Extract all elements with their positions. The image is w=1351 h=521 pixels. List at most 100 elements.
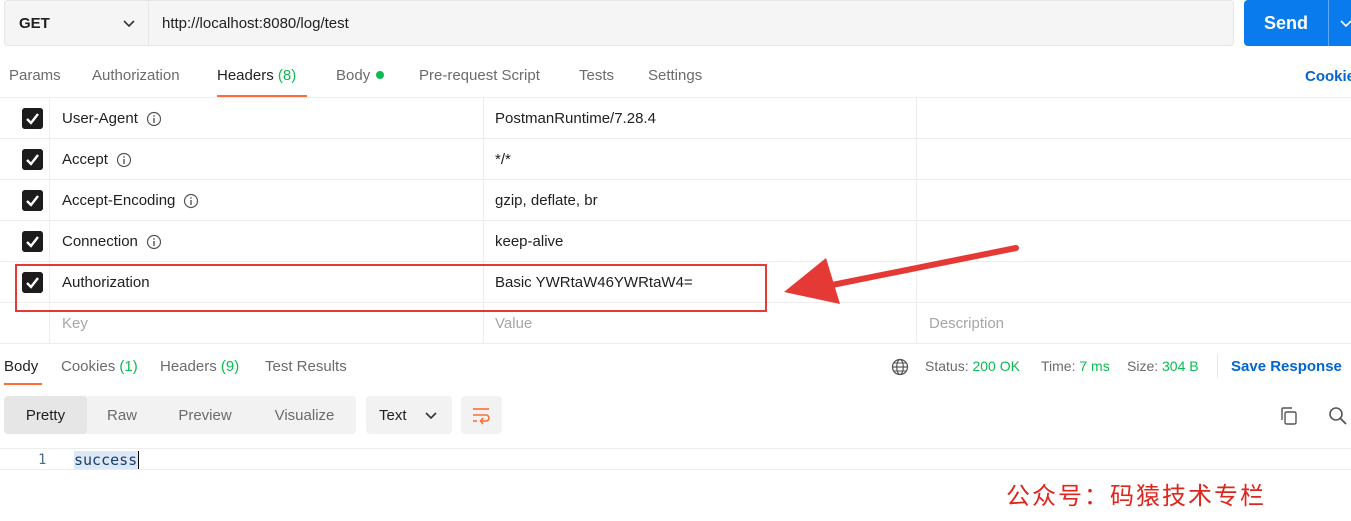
cookies-link[interactable]: Cookie <box>1305 68 1351 85</box>
copy-icon[interactable] <box>1279 406 1299 426</box>
tab-body-label: Body <box>336 67 371 84</box>
line-number: 1 <box>38 452 47 468</box>
value-placeholder: Value <box>495 315 533 332</box>
header-row: User-Agent PostmanRuntime/7.28.4 <box>0 98 1351 139</box>
header-value[interactable]: gzip, deflate, br <box>484 180 917 221</box>
header-key[interactable]: Accept <box>50 139 484 180</box>
header-key[interactable]: Connection <box>50 221 484 262</box>
format-raw-button[interactable]: Raw <box>87 396 157 434</box>
chevron-down-icon <box>425 412 437 420</box>
header-key-text: Accept <box>62 151 108 168</box>
watermark-text: 公众号：码猿技术专栏 <box>1006 482 1266 510</box>
resp-tab-cookies-count: (1) <box>119 358 138 375</box>
chevron-down-icon <box>123 20 135 28</box>
size-label: Size: <box>1127 358 1159 374</box>
info-icon[interactable] <box>146 234 162 250</box>
header-key-text: Connection <box>62 233 138 250</box>
search-icon[interactable] <box>1328 406 1348 426</box>
format-visualize-button[interactable]: Visualize <box>253 396 356 434</box>
save-response-button[interactable]: Save Response <box>1231 358 1342 375</box>
resp-tab-headers[interactable]: Headers (9) <box>160 358 239 375</box>
checkbox-checked-icon[interactable] <box>22 149 43 170</box>
tab-params[interactable]: Params <box>9 67 61 84</box>
url-input[interactable]: http://localhost:8080/log/test <box>149 0 1234 46</box>
description-placeholder: Description <box>929 315 1005 332</box>
format-pretty-button[interactable]: Pretty <box>4 396 87 434</box>
resp-tab-cookies-label: Cookies <box>61 358 116 375</box>
tab-headers[interactable]: Headers (8) <box>217 67 296 84</box>
resp-tab-test-results[interactable]: Test Results <box>265 358 347 375</box>
response-body-editor[interactable]: 1 success <box>0 448 1351 470</box>
status-readout: Status: 200 OK <box>925 358 1020 374</box>
resp-active-tab-indicator <box>4 383 42 385</box>
format-visualize-label: Visualize <box>274 406 335 424</box>
resp-tab-test-results-label: Test Results <box>265 358 347 375</box>
wrap-lines-icon <box>473 408 490 425</box>
row-checkbox-cell <box>0 180 50 221</box>
tab-pre-request-script[interactable]: Pre-request Script <box>419 67 540 84</box>
header-description[interactable] <box>917 180 1351 221</box>
response-body-text: success <box>74 451 140 469</box>
format-preview-label: Preview <box>178 406 232 424</box>
header-row: Accept-Encoding gzip, deflate, br <box>0 180 1351 221</box>
time-label: Time: <box>1041 358 1076 374</box>
tab-tests[interactable]: Tests <box>579 67 614 84</box>
tab-settings[interactable]: Settings <box>648 67 702 84</box>
checkbox-checked-icon[interactable] <box>22 190 43 211</box>
header-value-text: */* <box>495 151 511 168</box>
tab-body[interactable]: Body <box>336 67 385 84</box>
request-tabs: Params Authorization Headers (8) Body Pr… <box>0 56 1351 98</box>
row-checkbox-cell <box>0 98 50 139</box>
stats-divider <box>1217 354 1218 378</box>
checkbox-checked-icon[interactable] <box>22 108 43 129</box>
checkbox-checked-icon[interactable] <box>22 231 43 252</box>
format-preview-button[interactable]: Preview <box>157 396 253 434</box>
format-raw-label: Raw <box>106 406 137 424</box>
header-key[interactable]: User-Agent <box>50 98 484 139</box>
send-button[interactable]: Send <box>1244 0 1351 46</box>
header-key-text: Accept-Encoding <box>62 192 176 209</box>
header-description[interactable] <box>917 98 1351 139</box>
tab-authorization-label: Authorization <box>92 67 180 84</box>
header-value-text: keep-alive <box>495 233 564 250</box>
format-pretty-label: Pretty <box>25 406 66 424</box>
wrap-lines-button[interactable] <box>461 396 502 434</box>
header-value[interactable]: */* <box>484 139 917 180</box>
info-icon[interactable] <box>183 193 199 209</box>
header-key[interactable]: Accept-Encoding <box>50 180 484 221</box>
header-value-text: PostmanRuntime/7.28.4 <box>495 110 656 127</box>
resp-tab-headers-label: Headers <box>160 358 217 375</box>
method-select[interactable]: GET <box>4 0 149 46</box>
header-value[interactable]: PostmanRuntime/7.28.4 <box>484 98 917 139</box>
language-select[interactable]: Text <box>366 396 452 434</box>
tab-headers-count: (8) <box>277 67 297 84</box>
info-icon[interactable] <box>146 111 162 127</box>
status-label: Status: <box>925 358 969 374</box>
row-checkbox-cell <box>0 221 50 262</box>
resp-tab-headers-count: (9) <box>220 358 240 375</box>
resp-tab-cookies[interactable]: Cookies (1) <box>61 358 138 375</box>
size-value: 304 B <box>1162 358 1199 374</box>
header-key-text: User-Agent <box>62 110 138 127</box>
resp-tab-body-label: Body <box>4 358 39 375</box>
active-tab-indicator <box>217 95 307 97</box>
resp-tab-body[interactable]: Body <box>4 358 38 375</box>
body-indicator-dot <box>376 71 385 79</box>
annotation-highlight-box <box>15 264 767 312</box>
time-value: 7 ms <box>1079 358 1110 374</box>
request-bar: GET http://localhost:8080/log/test Send <box>0 0 1351 46</box>
row-checkbox-cell <box>0 139 50 180</box>
url-text: http://localhost:8080/log/test <box>162 14 349 32</box>
header-description[interactable] <box>917 139 1351 180</box>
tab-authorization[interactable]: Authorization <box>92 67 180 84</box>
format-toggle-group: Pretty Raw Preview Visualize <box>4 396 356 434</box>
header-value-text: gzip, deflate, br <box>495 192 598 209</box>
info-icon[interactable] <box>116 152 132 168</box>
tab-tests-label: Tests <box>579 67 615 84</box>
send-options-chevron-icon[interactable] <box>1339 16 1351 30</box>
annotation-arrow-icon <box>784 245 1019 304</box>
send-divider <box>1328 0 1329 46</box>
language-label: Text <box>379 406 407 424</box>
globe-icon[interactable] <box>891 358 909 376</box>
time-readout: Time: 7 ms <box>1041 358 1110 374</box>
